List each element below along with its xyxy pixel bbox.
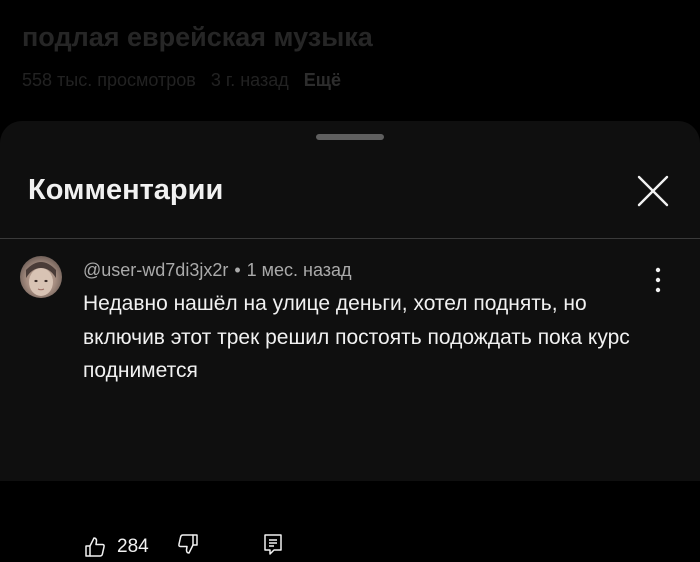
comment-time: 1 мес. назад: [246, 260, 352, 280]
comment-item: @user-wd7di3jx2r • 1 мес. назад Недавно на…: [0, 239, 700, 557]
comments-title: Комментарии: [28, 174, 224, 206]
comment-text: Недавно нашёл на улице деньги, хотел под…: [83, 292, 630, 382]
reply-icon: [264, 534, 282, 555]
video-info-background: подлая еврейская музыка 558 тыс. просмот…: [0, 0, 700, 120]
more-link[interactable]: Ещё: [304, 70, 341, 90]
like-icon: [85, 537, 105, 557]
video-title: подлая еврейская музыка: [22, 22, 373, 52]
more-vertical-icon: [655, 267, 661, 293]
comment-header: @user-wd7di3jx2r • 1 мес. назад: [83, 260, 352, 281]
close-icon: [637, 175, 669, 207]
like-button[interactable]: 284: [83, 532, 149, 562]
more-menu-button[interactable]: [648, 265, 668, 295]
dislike-icon: [178, 534, 198, 554]
separator-dot: •: [234, 260, 241, 280]
comment-author[interactable]: @user-wd7di3jx2r: [83, 260, 228, 280]
reply-button[interactable]: [261, 532, 291, 562]
avatar-face-icon: [26, 262, 56, 296]
video-views: 558 тыс. просмотров: [22, 70, 196, 90]
like-count: 284: [117, 536, 149, 557]
dislike-button[interactable]: [176, 532, 206, 562]
drag-handle[interactable]: [316, 134, 384, 140]
comments-sheet: Комментарии @user-wd7di3jx2r • 1 мес. наза…: [0, 121, 700, 557]
video-meta: 558 тыс. просмотров 3 г. назад Ещё: [22, 70, 351, 91]
video-age: 3 г. назад: [210, 70, 289, 90]
close-button[interactable]: [633, 171, 673, 211]
avatar[interactable]: [20, 256, 62, 298]
